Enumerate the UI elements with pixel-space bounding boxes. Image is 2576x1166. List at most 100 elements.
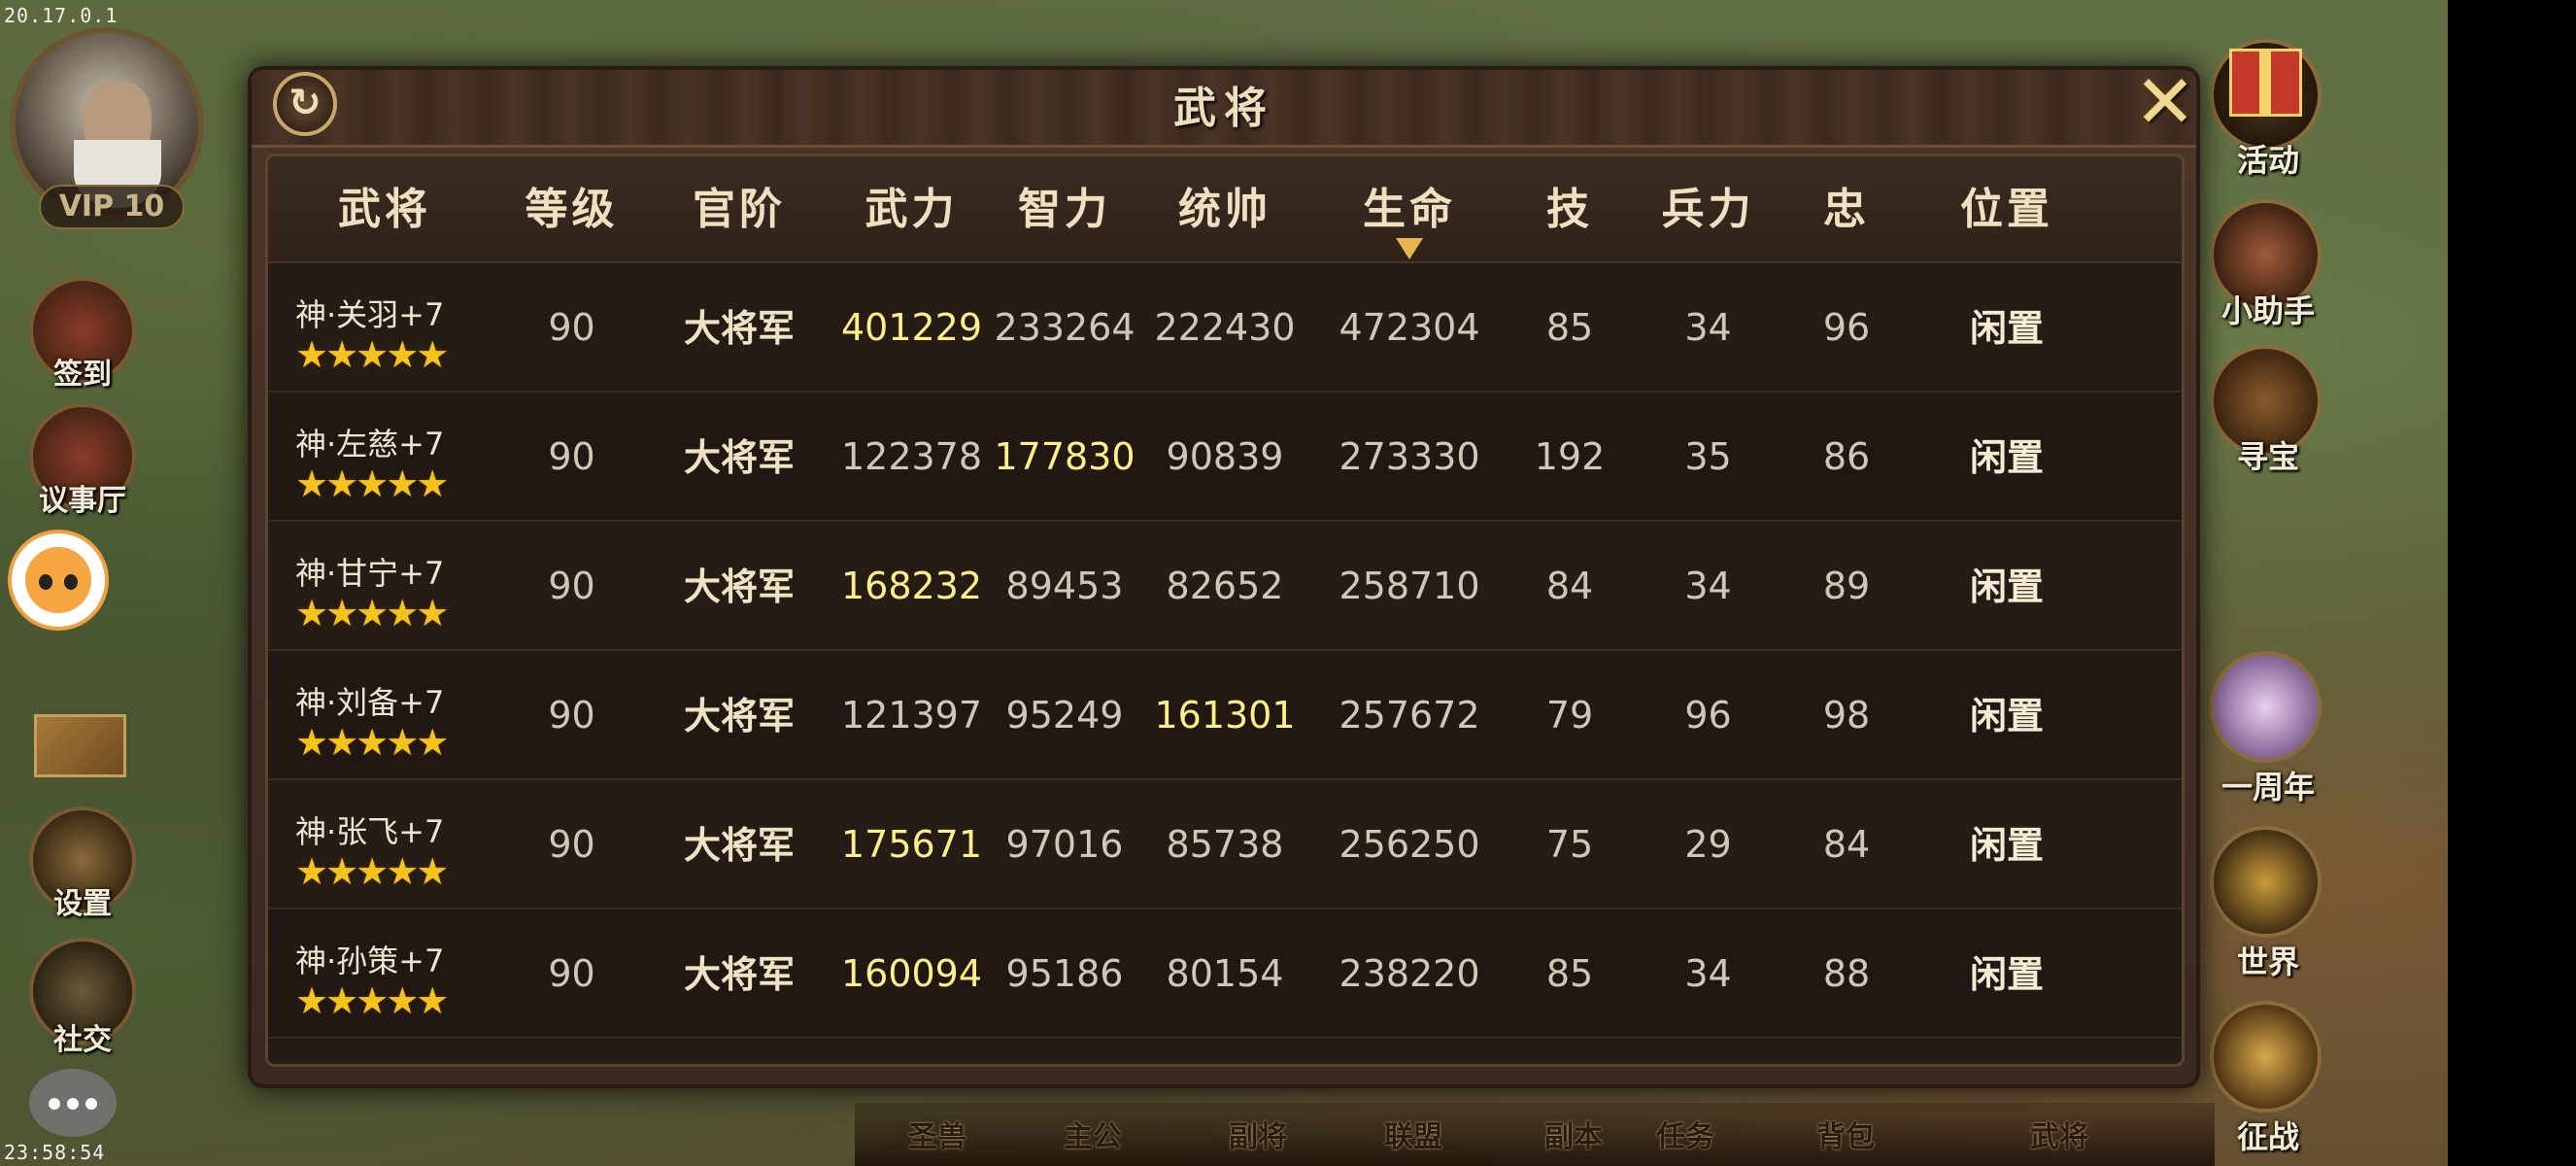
cat-eye-left (39, 574, 52, 590)
bottom-menu-deputy[interactable]: 副将 (1229, 1113, 1287, 1155)
hp-cell: 256250 (1339, 823, 1480, 866)
header-troops[interactable]: 兵力 (1628, 156, 1788, 263)
bottom-menu-generals[interactable]: 武将 (2030, 1113, 2088, 1155)
header-command[interactable]: 统帅 (1142, 156, 1307, 263)
mail-icon[interactable] (34, 714, 126, 777)
troops-cell: 29 (1684, 823, 1732, 866)
position-cell[interactable]: 闲置 (1905, 263, 2109, 393)
command-cell: 82652 (1166, 565, 1284, 607)
events-label[interactable]: 活动 (2176, 136, 2360, 181)
assistant-cat-icon[interactable] (8, 530, 109, 631)
chat-dot (85, 1098, 97, 1110)
table-row[interactable]: 神·甘宁+7 ★★★★★ 90 大将军 168232 89453 82652 2… (268, 522, 2182, 651)
bottom-menu-lord[interactable]: 主公 (1064, 1113, 1122, 1155)
loyalty-cell: 96 (1822, 306, 1871, 349)
header-general[interactable]: 武将 (268, 156, 501, 263)
world-dragon-icon[interactable] (2210, 826, 2322, 938)
expedition-icon[interactable] (2210, 1001, 2322, 1113)
header-intellect[interactable]: 智力 (987, 156, 1142, 263)
rank-cell: 大将军 (683, 306, 795, 350)
table-row[interactable]: 神·刘备+7 ★★★★★ 90 大将军 121397 95249 161301 … (268, 651, 2182, 780)
settings-label[interactable]: 设置 (0, 879, 165, 922)
screen-edge-black-bar (2448, 0, 2576, 1166)
star-rating: ★★★★★ (295, 463, 449, 505)
table-row[interactable]: 神·张飞+7 ★★★★★ 90 大将军 175671 97016 85738 2… (268, 780, 2182, 909)
general-name: 神·刘备+7 (295, 684, 445, 721)
close-icon[interactable]: ✕ (2126, 64, 2204, 142)
skill-cell: 75 (1545, 823, 1594, 866)
position-cell[interactable]: 闲置 (1905, 909, 2109, 1039)
skill-cell: 85 (1545, 952, 1594, 995)
rank-cell: 大将军 (683, 435, 795, 479)
level-cell: 90 (548, 952, 595, 995)
intellect-cell: 95186 (1005, 952, 1124, 995)
table-body: 神·关羽+7 ★★★★★ 90 大将军 401229 233264 222430… (268, 263, 2182, 1041)
header-loyalty[interactable]: 忠 (1788, 156, 1905, 263)
bottom-menu-bag[interactable]: 背包 (1816, 1113, 1875, 1155)
header-rank[interactable]: 官阶 (642, 156, 836, 263)
command-cell: 222430 (1154, 306, 1296, 349)
bottom-menu-bar (855, 1103, 2215, 1166)
rank-cell: 大将军 (683, 565, 795, 608)
force-cell: 175671 (840, 823, 983, 866)
header-position[interactable]: 位置 (1905, 156, 2109, 263)
helper-label[interactable]: 小助手 (2176, 287, 2360, 331)
hp-cell: 273330 (1339, 435, 1480, 478)
position-cell[interactable]: 闲置 (1905, 522, 2109, 651)
table-row[interactable]: 神·孙策+7 ★★★★★ 90 大将军 160094 95186 80154 2… (268, 909, 2182, 1039)
table-row[interactable]: 神·左慈+7 ★★★★★ 90 大将军 122378 177830 90839 … (268, 393, 2182, 522)
position-cell[interactable]: 闲置 (1905, 393, 2109, 522)
chat-dot (67, 1098, 79, 1110)
council-hall-label[interactable]: 议事厅 (0, 476, 165, 519)
command-cell: 80154 (1166, 952, 1284, 995)
general-name-cell: 神·左慈+7 ★★★★★ (278, 393, 501, 522)
position-cell[interactable]: 闲置 (1905, 651, 2109, 780)
treasure-label[interactable]: 寻宝 (2176, 432, 2360, 477)
general-name-cell: 神·甘宁+7 ★★★★★ (278, 522, 501, 651)
command-cell: 85738 (1166, 823, 1284, 866)
bottom-menu-dungeon[interactable]: 副本 (1544, 1113, 1603, 1155)
table-row[interactable]: 神·关羽+7 ★★★★★ 90 大将军 401229 233264 222430… (268, 263, 2182, 393)
gift-ribbon (2259, 49, 2271, 117)
level-cell: 90 (548, 435, 595, 478)
star-rating: ★★★★★ (295, 333, 449, 376)
generals-table: 武将 等级 官阶 武力 智力 统帅 生命 技 兵力 忠 位置 神·关羽+7 ★★… (265, 154, 2185, 1067)
generals-dialog: 武将 ↻ ✕ 武将 等级 官阶 武力 智力 统帅 生命 技 兵力 忠 位置 神·… (248, 64, 2200, 1088)
dialog-title: 武将 (1173, 84, 1274, 133)
rank-cell: 大将军 (683, 823, 795, 867)
header-skill[interactable]: 技 (1511, 156, 1628, 263)
hp-cell: 258710 (1339, 565, 1480, 607)
force-cell: 401229 (840, 306, 983, 349)
bottom-menu-alliance[interactable]: 联盟 (1384, 1113, 1442, 1155)
anniversary-icon[interactable] (2210, 651, 2322, 763)
star-rating: ★★★★★ (295, 850, 449, 893)
position-cell[interactable]: 闲置 (1905, 780, 2109, 909)
force-cell: 168232 (840, 565, 983, 607)
partially-visible-row[interactable] (268, 1041, 2182, 1064)
header-level[interactable]: 等级 (501, 156, 642, 263)
chat-dot (49, 1098, 60, 1110)
rank-cell: 大将军 (683, 694, 795, 737)
force-cell: 160094 (840, 952, 983, 995)
star-rating: ★★★★★ (295, 592, 449, 634)
skill-cell: 192 (1534, 435, 1606, 478)
intellect-cell: 233264 (994, 306, 1135, 349)
hp-cell: 472304 (1339, 306, 1480, 349)
chat-bubble-icon[interactable] (29, 1069, 117, 1137)
world-label[interactable]: 世界 (2176, 938, 2360, 982)
checkin-label[interactable]: 签到 (0, 350, 165, 393)
social-label[interactable]: 社交 (0, 1015, 165, 1058)
hp-cell: 238220 (1339, 952, 1480, 995)
bottom-menu-quests[interactable]: 任务 (1656, 1113, 1714, 1155)
bottom-menu-beasts[interactable]: 圣兽 (908, 1113, 966, 1155)
sort-desc-icon (1396, 238, 1423, 259)
refresh-icon[interactable]: ↻ (273, 72, 337, 136)
troops-cell: 96 (1684, 694, 1732, 737)
anniversary-label[interactable]: 一周年 (2176, 763, 2360, 807)
clock-text: 23:58:54 (4, 1141, 106, 1164)
header-force[interactable]: 武力 (836, 156, 987, 263)
general-name-cell: 神·关羽+7 ★★★★★ (278, 263, 501, 393)
general-name: 神·张飞+7 (295, 813, 445, 850)
star-rating: ★★★★★ (295, 979, 449, 1022)
command-cell: 161301 (1154, 694, 1296, 737)
